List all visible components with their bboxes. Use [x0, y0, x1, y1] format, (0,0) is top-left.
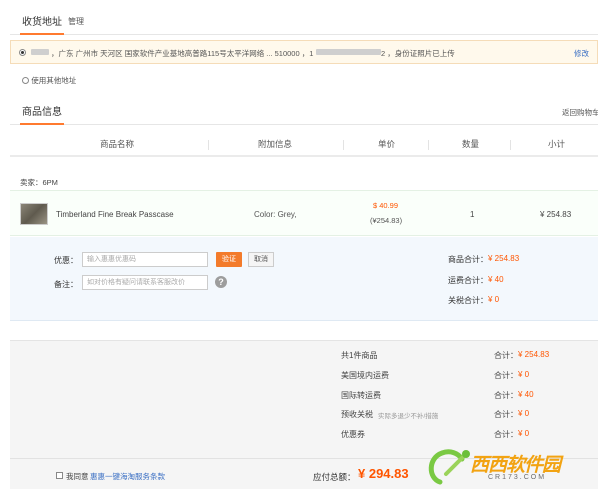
manage-address-link[interactable]: 管理	[68, 16, 84, 27]
product-thumbnail[interactable]	[20, 203, 48, 225]
col-separator	[510, 140, 511, 150]
us-freight-value: ¥ 0	[518, 370, 530, 379]
freight-total-value: ¥ 40	[488, 275, 504, 284]
payable-label: 应付总额：	[313, 472, 356, 482]
help-icon[interactable]: ?	[215, 276, 227, 288]
prepaid-tax-label: 预收关税	[341, 410, 373, 419]
coupon-input[interactable]: 输入惠惠优惠码	[82, 252, 208, 267]
address-section-header: 收货地址 管理	[10, 5, 598, 35]
goods-total-value: ¥ 254.83	[488, 254, 520, 263]
edit-address-link[interactable]: 修改	[574, 48, 589, 59]
coupon-summary-label: 优惠券	[341, 430, 365, 439]
watermark-site: CR173.COM	[488, 474, 547, 481]
item-subtotal: ¥ 254.83	[540, 210, 572, 219]
seller-label: 卖家：6PM	[20, 178, 58, 187]
payable-total: ¥ 294.83	[358, 466, 409, 481]
other-address-label: 使用其他地址	[31, 76, 77, 85]
id-status-text: 2 ，身份证照片已上传	[381, 49, 455, 58]
prepaid-tax-total-label: 合计：	[494, 410, 518, 419]
price-usd: $ 40.99	[373, 201, 399, 210]
site-watermark: 西西软件园 CR173.COM	[424, 444, 598, 489]
agree-checkbox[interactable]	[56, 472, 63, 480]
tax-total-value: ¥ 0	[488, 295, 500, 304]
item-count: 共1件商品	[341, 351, 378, 360]
summary-goods-total-value: ¥ 254.83	[518, 350, 550, 359]
summary-goods-total-label: 合计：	[494, 351, 518, 360]
product-attr: Color: Grey,	[254, 210, 297, 219]
recipient-name-blurred	[31, 49, 49, 55]
quantity: 1	[470, 210, 475, 219]
discount-panel: 优惠： 输入惠惠优惠码 验证 取消 备注： 如对价格有疑问请联系客服改价 ? 商…	[10, 237, 598, 321]
address-text: ，广东 广州市 天河区 国家软件产业基地高普路115号太平洋网络 ... 510…	[51, 49, 314, 58]
price-cny: (¥254.83)	[370, 216, 403, 225]
intl-freight-total-label: 合计：	[494, 391, 518, 400]
other-address-option[interactable]: 使用其他地址	[22, 75, 76, 86]
cancel-coupon-button[interactable]: 取消	[248, 252, 274, 267]
intl-freight-label: 国际转运费	[341, 391, 381, 400]
note-input[interactable]: 如对价格有疑问请联系客服改价	[82, 275, 208, 290]
freight-total-label: 运费合计：	[448, 276, 488, 285]
selected-address-row[interactable]: ，广东 广州市 天河区 国家软件产业基地高普路115号太平洋网络 ... 510…	[10, 40, 598, 64]
col-separator	[208, 140, 209, 150]
product-name[interactable]: Timberland Fine Break Passcase	[56, 210, 174, 219]
tax-total-label: 关税合计：	[448, 296, 488, 305]
address-title: 收货地址	[20, 11, 64, 35]
us-freight-label: 美国境内运费	[341, 371, 389, 380]
verify-button[interactable]: 验证	[216, 252, 242, 267]
prepaid-tax-note: 实际多退少不补/措施	[378, 413, 439, 420]
coupon-summary-total-label: 合计：	[494, 430, 518, 439]
address-radio-other[interactable]	[22, 77, 29, 84]
goods-total-label: 商品合计：	[448, 255, 488, 264]
product-row: Timberland Fine Break Passcase Color: Gr…	[10, 190, 598, 236]
note-placeholder: 如对价格有疑问请联系客服改价	[87, 279, 185, 286]
col-separator	[428, 140, 429, 150]
agree-prefix: 我同意	[66, 472, 89, 481]
watermark-brand: 西西软件园	[470, 455, 561, 476]
order-summary: 共1件商品 合计： ¥ 254.83 美国境内运费 合计： ¥ 0 国际转运费 …	[10, 340, 598, 458]
goods-section-header: 商品信息 返回购物车	[10, 95, 598, 125]
terms-link[interactable]: 惠惠一键海淘服务条款	[90, 471, 165, 482]
table-header-divider	[10, 155, 598, 157]
coupon-label: 优惠：	[54, 256, 78, 265]
us-freight-total-label: 合计：	[494, 371, 518, 380]
note-label: 备注：	[54, 280, 78, 289]
goods-title: 商品信息	[20, 101, 64, 125]
address-radio-selected[interactable]	[19, 49, 26, 57]
prepaid-tax-value: ¥ 0	[518, 409, 530, 418]
col-header-name: 商品名称	[100, 139, 135, 149]
col-separator	[343, 140, 344, 150]
col-header-qty: 数量	[462, 139, 480, 149]
phone-blurred	[316, 49, 381, 55]
back-to-cart-link[interactable]: 返回购物车	[562, 107, 598, 118]
coupon-placeholder: 输入惠惠优惠码	[87, 256, 136, 263]
col-header-subtotal: 小计	[548, 139, 566, 149]
col-header-extra: 附加信息	[258, 139, 293, 149]
intl-freight-value: ¥ 40	[518, 390, 534, 399]
coupon-summary-value: ¥ 0	[518, 429, 530, 438]
col-header-price: 单价	[378, 139, 396, 149]
